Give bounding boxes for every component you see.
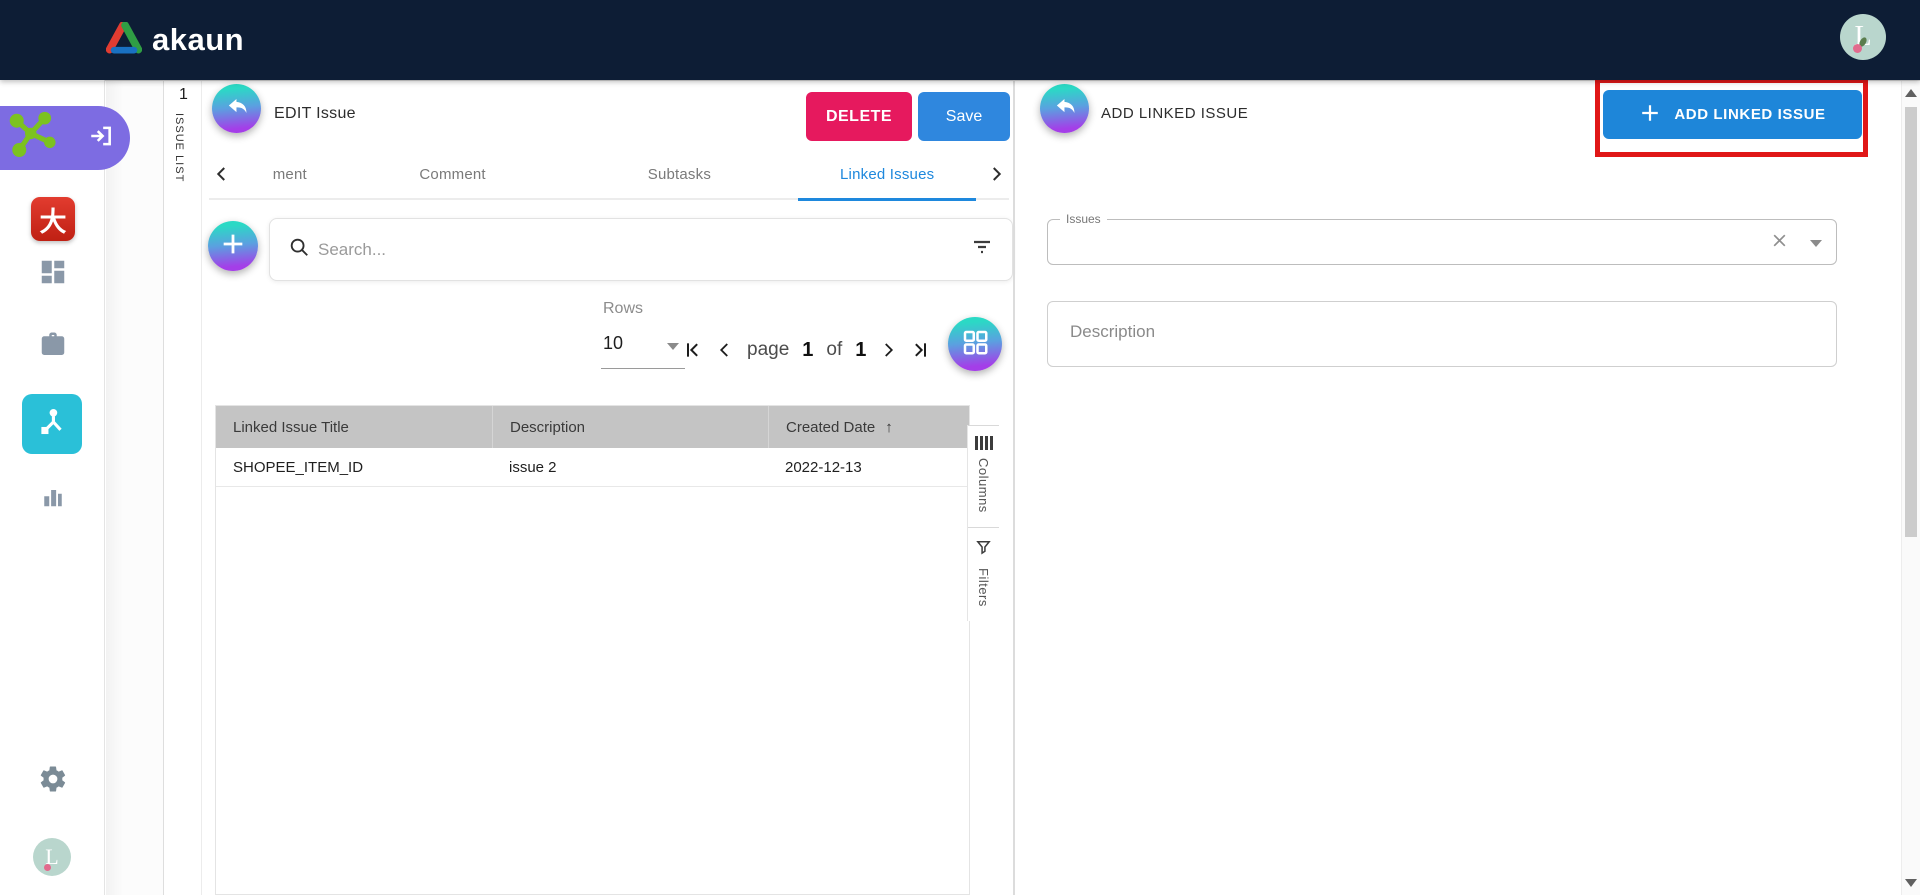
sidebar-item-dashboard[interactable] <box>0 257 105 292</box>
sidebar-profile-avatar[interactable]: L <box>33 838 71 876</box>
scrollbar-thumb[interactable] <box>1905 107 1917 537</box>
issue-count-badge: 1 <box>179 86 188 103</box>
plus-icon <box>219 230 247 263</box>
edit-issue-panel: 1 ISSUE LIST EDIT Issue DELETE Save ment… <box>165 81 1013 895</box>
brand-name: akaun <box>152 22 245 57</box>
search-input[interactable] <box>318 239 970 260</box>
created-date-label: Created Date <box>786 418 876 436</box>
columns-side-tab[interactable]: Columns <box>968 425 999 527</box>
table-side-tools: Columns Filters <box>967 425 999 621</box>
linked-issues-table: Linked Issue Title Description Created D… <box>215 405 970 895</box>
rows-per-page-value: 10 <box>603 333 624 353</box>
tabs-scroll-right-icon[interactable] <box>983 149 1009 199</box>
chevron-down-icon <box>667 343 679 350</box>
panel-divider <box>1013 81 1015 895</box>
login-icon <box>88 123 114 154</box>
grid-view-button[interactable] <box>948 317 1002 371</box>
workflow-icon <box>35 405 69 444</box>
collapsed-list-gutter <box>106 81 164 895</box>
pagination: page 1 of 1 <box>683 325 930 375</box>
save-button[interactable]: Save <box>918 92 1010 141</box>
page-word: page <box>747 339 790 360</box>
search-icon <box>288 236 310 263</box>
avatar-flower-decoration <box>1853 44 1862 53</box>
tab-linked-issues[interactable]: Linked Issues <box>798 149 977 201</box>
akaun-logo: akaun <box>105 20 245 59</box>
column-header-created-date[interactable]: Created Date ↑ <box>768 406 969 448</box>
sidebar-network-banner[interactable] <box>0 106 130 170</box>
rows-per-page-select[interactable]: 10 <box>601 329 685 369</box>
search-bar <box>269 218 1013 281</box>
total-pages-number: 1 <box>855 338 867 361</box>
column-header-linked-issue-title[interactable]: Linked Issue Title <box>216 406 492 448</box>
next-page-icon[interactable] <box>879 341 897 359</box>
rows-per-page-label: Rows <box>603 300 644 317</box>
sort-ascending-icon: ↑ <box>885 418 893 436</box>
tab-subtasks[interactable]: Subtasks <box>567 149 791 199</box>
back-button[interactable] <box>212 84 261 133</box>
scroll-up-icon[interactable] <box>1905 89 1917 97</box>
filters-label: Filters <box>976 567 991 607</box>
user-avatar[interactable]: L <box>1840 14 1886 60</box>
molecule-icon <box>4 107 60 170</box>
back-arrow-icon <box>224 93 250 124</box>
tabs-scroll-left-icon[interactable] <box>209 149 235 199</box>
plus-icon <box>1639 102 1661 128</box>
navbar-divider <box>0 80 1920 81</box>
add-linked-issue-panel: ADD LINKED ISSUE ADD LINKED ISSUE Issues <box>1016 78 1901 895</box>
previous-page-icon[interactable] <box>716 341 734 359</box>
dashboard-icon <box>38 257 68 292</box>
grid-icon <box>960 327 990 362</box>
description-input[interactable] <box>1048 302 1836 366</box>
filter-funnel-icon <box>975 538 992 560</box>
bar-chart-icon <box>38 480 68 515</box>
columns-icon <box>974 436 993 450</box>
clear-icon[interactable] <box>1771 232 1788 254</box>
add-linked-issue-plus-button[interactable] <box>208 221 258 271</box>
chevron-down-icon[interactable] <box>1810 239 1822 247</box>
add-linked-issue-button-label: ADD LINKED ISSUE <box>1674 106 1826 123</box>
table-row[interactable]: SHOPEE_ITEM_ID issue 2 2022-12-13 <box>216 448 969 487</box>
issues-field-label: Issues <box>1060 212 1107 226</box>
edit-issue-title: EDIT Issue <box>274 105 356 122</box>
current-page-number: 1 <box>802 338 814 361</box>
delete-button[interactable]: DELETE <box>806 92 912 141</box>
filter-list-icon[interactable] <box>970 235 994 264</box>
add-linked-issue-title: ADD LINKED ISSUE <box>1101 105 1249 122</box>
last-page-icon[interactable] <box>910 340 930 360</box>
cell-linked-issue-title: SHOPEE_ITEM_ID <box>233 458 364 476</box>
avatar-flower-decoration <box>44 864 51 871</box>
add-linked-issue-button[interactable]: ADD LINKED ISSUE <box>1603 90 1862 139</box>
tab-attachment-truncated[interactable]: ment <box>242 149 338 199</box>
sidebar-item-briefcase[interactable] <box>0 330 105 365</box>
issue-list-label: ISSUE LIST <box>173 113 185 183</box>
tab-comment[interactable]: Comment <box>345 149 561 199</box>
briefcase-icon <box>38 330 68 365</box>
da-glyph: 大 <box>39 206 67 237</box>
top-navbar: akaun L <box>0 0 1920 80</box>
gear-icon <box>38 764 68 799</box>
description-field <box>1047 301 1837 367</box>
sidebar-item-settings[interactable] <box>0 764 105 799</box>
scroll-down-icon[interactable] <box>1905 879 1917 887</box>
first-page-icon[interactable] <box>683 340 703 360</box>
column-header-description[interactable]: Description <box>492 406 768 448</box>
edit-issue-tabbar: ment Comment Subtasks Linked Issues <box>209 149 1009 201</box>
table-header-row: Linked Issue Title Description Created D… <box>216 406 969 448</box>
cell-description: issue 2 <box>509 458 557 476</box>
back-arrow-icon <box>1052 93 1078 124</box>
page-scrollbar[interactable] <box>1901 81 1920 895</box>
back-button[interactable] <box>1040 84 1089 133</box>
sidebar-item-da-app[interactable]: 大 <box>31 197 75 241</box>
akaun-triangle-icon <box>105 20 143 59</box>
app-sidebar: 大 L <box>0 80 105 895</box>
issue-list-collapsed-tab[interactable]: 1 ISSUE LIST <box>165 81 202 895</box>
of-word: of <box>826 339 843 360</box>
cell-created-date: 2022-12-13 <box>785 458 862 476</box>
filters-side-tab[interactable]: Filters <box>968 526 999 621</box>
sidebar-item-reports[interactable] <box>0 480 105 515</box>
columns-label: Columns <box>976 458 991 513</box>
sidebar-item-workflow-active[interactable] <box>22 394 82 454</box>
issues-select-field[interactable]: Issues <box>1047 212 1837 265</box>
